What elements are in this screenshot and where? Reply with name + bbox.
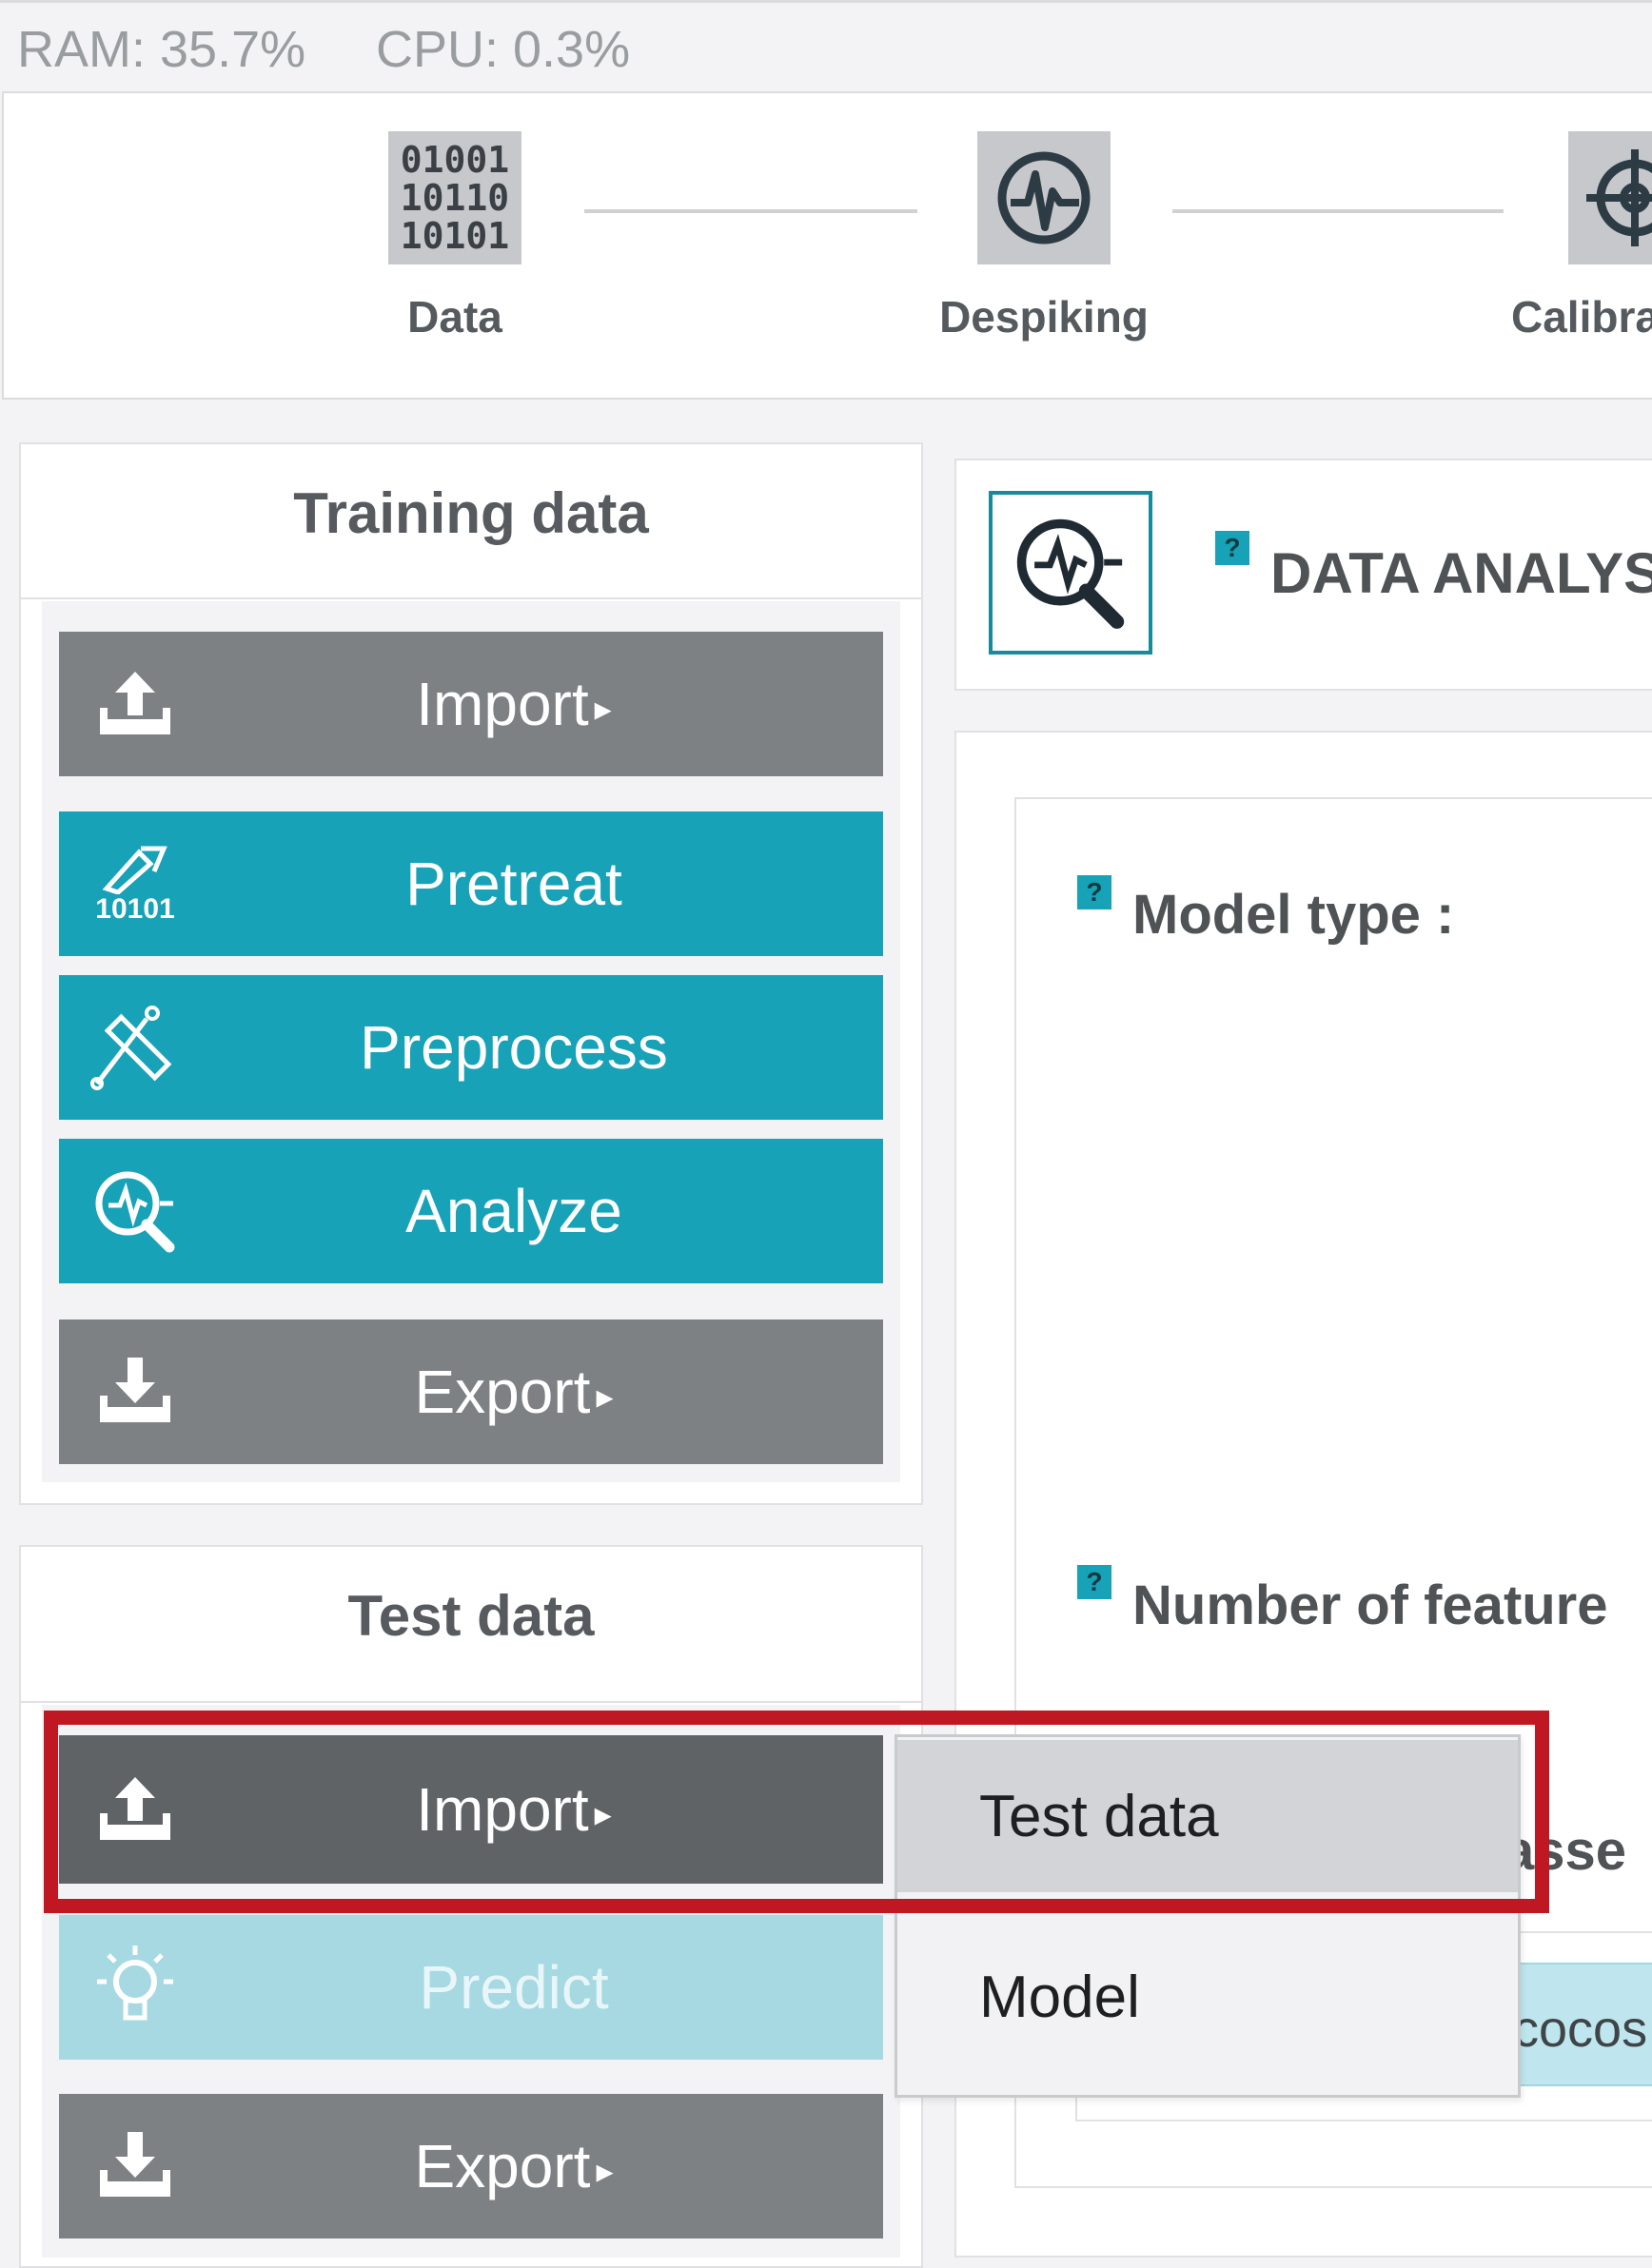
divider xyxy=(19,597,923,599)
menu-item-model[interactable]: Model xyxy=(897,1921,1518,2073)
binary-data-icon: 01001 10110 10101 xyxy=(388,131,521,264)
pretreat-button[interactable]: 10101 Pretreat xyxy=(59,811,883,956)
workflow-stepper: 01001 10110 10101 Data Despiking Calibra xyxy=(2,91,1652,400)
training-import-button[interactable]: Import ▸ xyxy=(59,632,883,776)
button-label: Preprocess xyxy=(360,1013,668,1082)
caret-right-icon: ▸ xyxy=(596,2151,614,2191)
ram-usage: RAM: 35.7% xyxy=(17,21,306,78)
menu-item-test-data[interactable]: Test data xyxy=(897,1740,1518,1892)
test-export-button[interactable]: Export ▸ xyxy=(59,2094,883,2239)
step-label: Despiking xyxy=(939,292,1149,342)
model-type-label: Model type : xyxy=(1132,884,1455,946)
caret-right-icon: ▸ xyxy=(594,689,612,729)
status-bar: RAM: 35.7% CPU: 0.3% xyxy=(0,0,1652,89)
button-label: Import xyxy=(416,670,589,738)
data-analysis-icon xyxy=(989,491,1152,655)
data-analysis-header: ? DATA ANALYS xyxy=(954,459,1652,691)
test-import-button[interactable]: Import ▸ xyxy=(59,1735,883,1884)
training-export-button[interactable]: Export ▸ xyxy=(59,1320,883,1464)
step-data[interactable]: 01001 10110 10101 Data xyxy=(360,131,550,342)
button-label: Export xyxy=(414,2132,591,2200)
cpu-usage: CPU: 0.3% xyxy=(376,21,631,78)
step-label: Calibra xyxy=(1511,292,1652,342)
class-chip-label: cocos xyxy=(1513,2001,1648,2058)
step-calibration[interactable]: Calibra xyxy=(1490,131,1652,342)
panel-title: Test data xyxy=(347,1584,595,1648)
help-icon[interactable]: ? xyxy=(1215,531,1249,565)
help-icon[interactable]: ? xyxy=(1077,1565,1111,1599)
predict-button[interactable]: Predict xyxy=(59,1915,883,2060)
panel-title: Training data xyxy=(293,481,649,545)
calibration-crosshair-icon xyxy=(1568,131,1652,264)
classes-label: asse xyxy=(1504,1820,1627,1882)
analyze-button[interactable]: Analyze xyxy=(59,1139,883,1283)
preprocess-button[interactable]: Preprocess xyxy=(59,975,883,1120)
page-title: DATA ANALYS xyxy=(1270,541,1652,605)
button-label: Analyze xyxy=(405,1177,622,1245)
step-label: Data xyxy=(407,292,502,342)
caret-right-icon: ▸ xyxy=(596,1377,614,1417)
button-label: Export xyxy=(414,1358,591,1426)
step-despiking[interactable]: Despiking xyxy=(901,131,1187,342)
button-label: Import xyxy=(416,1775,589,1844)
caret-right-icon: ▸ xyxy=(594,1794,612,1834)
import-dropdown-menu: Test data Model xyxy=(895,1734,1521,2098)
step-connector xyxy=(584,209,917,213)
number-of-features-label: Number of feature xyxy=(1132,1574,1608,1636)
menu-item-label: Test data xyxy=(979,1783,1219,1849)
menu-item-label: Model xyxy=(979,1964,1140,2030)
step-connector xyxy=(1172,209,1504,213)
button-label: Pretreat xyxy=(405,850,622,918)
help-icon[interactable]: ? xyxy=(1077,875,1111,909)
divider xyxy=(19,1701,923,1703)
despiking-icon xyxy=(977,131,1111,264)
button-label: Predict xyxy=(419,1953,609,2022)
